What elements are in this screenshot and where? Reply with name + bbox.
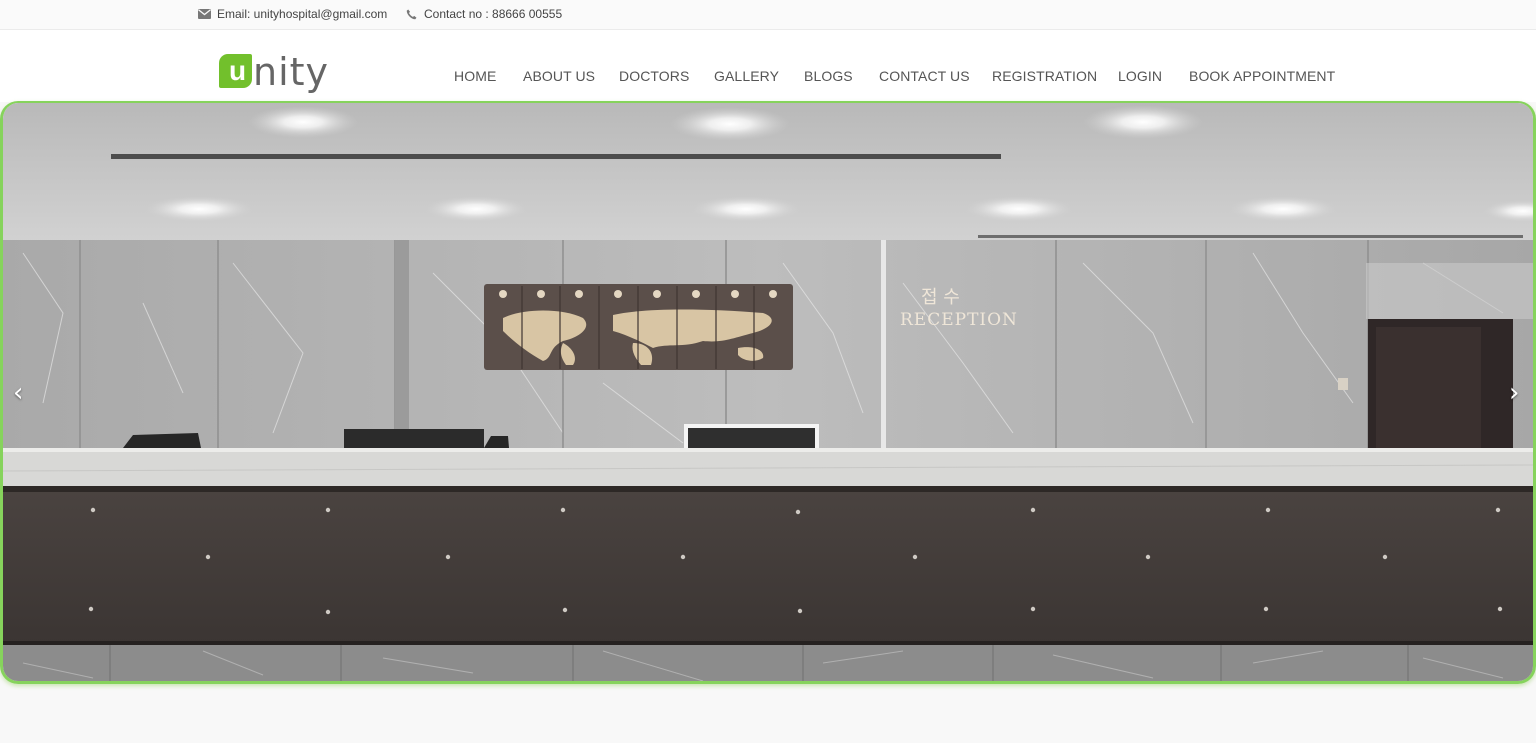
nav-registration[interactable]: REGISTRATION (992, 68, 1097, 84)
nav-login[interactable]: LOGIN (1118, 68, 1162, 84)
email-text: Email: unityhospital@gmail.com (217, 7, 388, 21)
reception-photo: 접 수 RECEPTION (3, 103, 1533, 681)
main-menu: HOME ABOUT US DOCTORS GALLERY BLOGS CONT… (0, 68, 1536, 88)
nav-blogs[interactable]: BLOGS (804, 68, 853, 84)
phone-icon (405, 8, 418, 21)
reception-sign-english: RECEPTION (900, 310, 1018, 330)
nav-home[interactable]: HOME (454, 68, 496, 84)
top-info-bar: Email: unityhospital@gmail.com Contact n… (0, 0, 1536, 30)
envelope-icon (198, 8, 211, 21)
carousel-prev-button[interactable]: ‹ (13, 380, 23, 406)
contact-text: Contact no : 88666 00555 (424, 7, 563, 21)
contact-info[interactable]: Contact no : 88666 00555 (405, 7, 562, 21)
nav-doctors[interactable]: DOCTORS (619, 68, 689, 84)
email-info[interactable]: Email: unityhospital@gmail.com (198, 7, 387, 21)
nav-book-appointment[interactable]: BOOK APPOINTMENT (1189, 68, 1335, 84)
nav-gallery[interactable]: GALLERY (714, 68, 779, 84)
main-navbar: u nity HOME ABOUT US DOCTORS GALLERY BLO… (0, 30, 1536, 102)
nav-contact-us[interactable]: CONTACT US (879, 68, 970, 84)
reception-sign-korean: 접 수 (921, 287, 960, 308)
carousel-next-button[interactable]: › (1509, 380, 1519, 406)
hero-carousel: 접 수 RECEPTION (0, 101, 1536, 684)
nav-about-us[interactable]: ABOUT US (523, 68, 595, 84)
world-map-board (484, 284, 793, 370)
